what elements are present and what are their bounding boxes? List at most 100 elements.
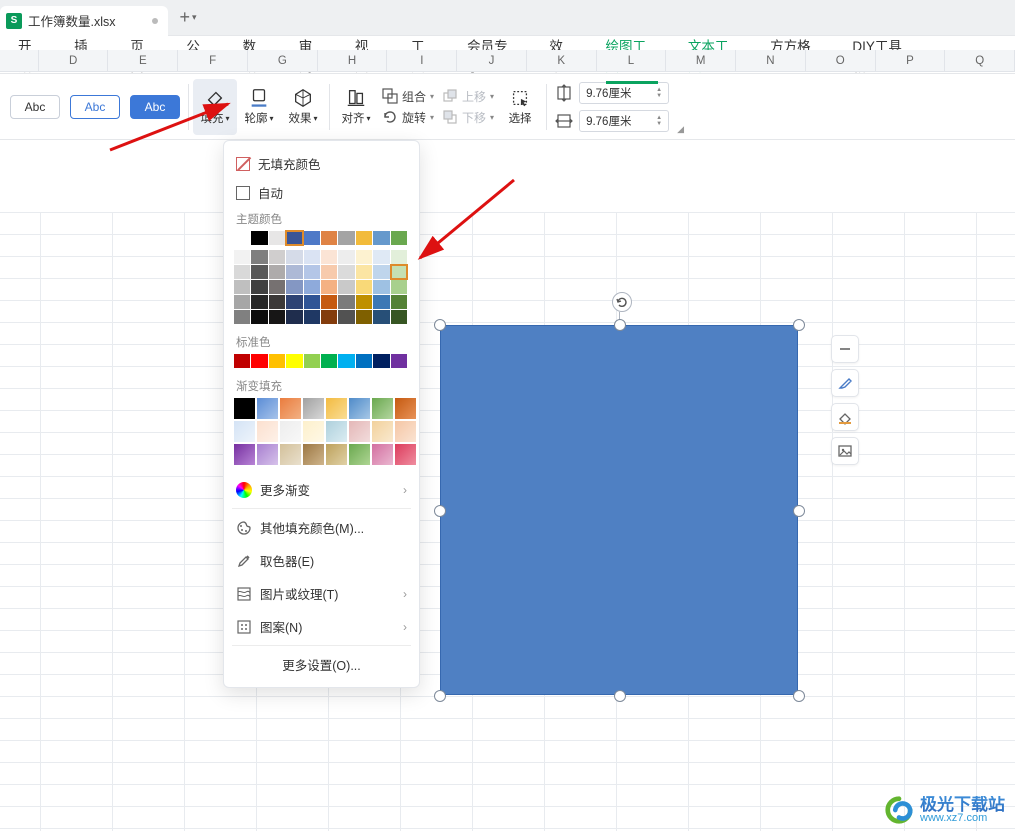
texture-option[interactable]: 图片或纹理(T)› xyxy=(234,577,409,610)
resize-handle-e[interactable] xyxy=(793,505,805,517)
column-header[interactable]: E xyxy=(108,50,178,72)
theme-shade-swatch[interactable] xyxy=(251,280,267,294)
gradient-swatch[interactable] xyxy=(349,421,370,442)
gradient-swatch[interactable] xyxy=(303,444,324,465)
spinner-icon[interactable]: ▲▼ xyxy=(656,115,662,127)
theme-shade-swatch[interactable] xyxy=(356,295,372,309)
standard-color-swatch[interactable] xyxy=(269,354,285,368)
column-header[interactable]: N xyxy=(736,50,806,72)
standard-color-swatch[interactable] xyxy=(356,354,372,368)
column-header[interactable]: D xyxy=(39,50,109,72)
theme-color-swatch[interactable] xyxy=(338,231,354,245)
theme-shade-swatch[interactable] xyxy=(373,265,389,279)
standard-color-swatch[interactable] xyxy=(304,354,320,368)
other-fill-color-option[interactable]: 其他填充颜色(M)... xyxy=(234,511,409,544)
theme-shade-swatch[interactable] xyxy=(234,310,250,324)
theme-shade-swatch[interactable] xyxy=(356,310,372,324)
align-button[interactable]: 对齐▾ xyxy=(334,79,378,135)
theme-color-swatch[interactable] xyxy=(373,231,389,245)
theme-shade-swatch[interactable] xyxy=(251,265,267,279)
effect-button[interactable]: 效果▾ xyxy=(281,79,325,135)
gradient-swatch[interactable] xyxy=(303,398,324,419)
gradient-swatch[interactable] xyxy=(257,444,278,465)
gradient-swatch[interactable] xyxy=(372,398,393,419)
gradient-swatch[interactable] xyxy=(326,421,347,442)
theme-color-swatch[interactable] xyxy=(286,231,302,245)
theme-shade-swatch[interactable] xyxy=(338,250,354,264)
rotate-button[interactable]: 旋转▾ xyxy=(382,109,434,126)
theme-shade-swatch[interactable] xyxy=(356,265,372,279)
side-collapse-button[interactable] xyxy=(831,335,859,363)
side-fill-button[interactable] xyxy=(831,403,859,431)
theme-shade-swatch[interactable] xyxy=(234,265,250,279)
theme-shade-swatch[interactable] xyxy=(234,250,250,264)
column-header[interactable]: G xyxy=(248,50,318,72)
gradient-swatch[interactable] xyxy=(349,398,370,419)
gradient-swatch[interactable] xyxy=(303,421,324,442)
resize-handle-ne[interactable] xyxy=(793,319,805,331)
select-all-cell[interactable] xyxy=(0,50,39,72)
standard-color-swatch[interactable] xyxy=(321,354,337,368)
theme-shade-swatch[interactable] xyxy=(304,295,320,309)
outline-button[interactable]: 轮廓▾ xyxy=(237,79,281,135)
column-header[interactable]: L xyxy=(597,50,667,72)
theme-shade-swatch[interactable] xyxy=(373,310,389,324)
theme-color-swatch[interactable] xyxy=(234,231,250,245)
theme-shade-swatch[interactable] xyxy=(251,250,267,264)
theme-shade-swatch[interactable] xyxy=(356,250,372,264)
gradient-swatch[interactable] xyxy=(234,398,255,419)
resize-handle-n[interactable] xyxy=(614,319,626,331)
theme-shade-swatch[interactable] xyxy=(304,265,320,279)
gradient-swatch[interactable] xyxy=(280,398,301,419)
column-header[interactable]: H xyxy=(318,50,388,72)
column-header[interactable]: F xyxy=(178,50,248,72)
theme-shade-swatch[interactable] xyxy=(304,280,320,294)
gradient-swatch[interactable] xyxy=(257,398,278,419)
side-brush-button[interactable] xyxy=(831,369,859,397)
combine-button[interactable]: 组合▾ xyxy=(382,88,434,105)
theme-color-swatch[interactable] xyxy=(321,231,337,245)
eyedropper-option[interactable]: 取色器(E) xyxy=(234,544,409,577)
standard-color-swatch[interactable] xyxy=(338,354,354,368)
rectangle-shape[interactable] xyxy=(440,325,798,695)
theme-shade-swatch[interactable] xyxy=(391,265,407,279)
theme-color-swatch[interactable] xyxy=(251,231,267,245)
standard-color-swatch[interactable] xyxy=(391,354,407,368)
column-header[interactable]: I xyxy=(387,50,457,72)
column-header[interactable]: M xyxy=(666,50,736,72)
more-gradient-option[interactable]: 更多渐变› xyxy=(234,473,409,506)
theme-color-swatch[interactable] xyxy=(304,231,320,245)
height-input[interactable]: 9.76厘米▲▼ xyxy=(579,82,669,104)
pattern-option[interactable]: 图案(N)› xyxy=(234,610,409,643)
theme-shade-swatch[interactable] xyxy=(251,310,267,324)
standard-color-swatch[interactable] xyxy=(251,354,267,368)
theme-shade-swatch[interactable] xyxy=(373,295,389,309)
theme-shade-swatch[interactable] xyxy=(338,280,354,294)
gradient-swatch[interactable] xyxy=(395,421,416,442)
theme-shade-swatch[interactable] xyxy=(373,250,389,264)
gradient-swatch[interactable] xyxy=(280,444,301,465)
rotation-handle[interactable] xyxy=(612,292,632,312)
no-fill-option[interactable]: 无填充颜色 xyxy=(234,149,409,178)
side-image-button[interactable] xyxy=(831,437,859,465)
more-settings-option[interactable]: 更多设置(O)... xyxy=(234,648,409,681)
theme-shade-swatch[interactable] xyxy=(304,250,320,264)
select-button[interactable]: 选择 xyxy=(498,79,542,135)
column-header[interactable]: P xyxy=(876,50,946,72)
theme-shade-swatch[interactable] xyxy=(269,295,285,309)
resize-handle-s[interactable] xyxy=(614,690,626,702)
add-tab-button[interactable]: + ▾ xyxy=(180,7,197,28)
gradient-swatch[interactable] xyxy=(280,421,301,442)
gradient-swatch[interactable] xyxy=(234,421,255,442)
gradient-swatch[interactable] xyxy=(372,444,393,465)
width-input[interactable]: 9.76厘米▲▼ xyxy=(579,110,669,132)
theme-shade-swatch[interactable] xyxy=(286,310,302,324)
theme-shade-swatch[interactable] xyxy=(391,310,407,324)
theme-shade-swatch[interactable] xyxy=(356,280,372,294)
standard-color-swatch[interactable] xyxy=(234,354,250,368)
resize-handle-se[interactable] xyxy=(793,690,805,702)
theme-shade-swatch[interactable] xyxy=(286,280,302,294)
standard-color-swatch[interactable] xyxy=(373,354,389,368)
theme-shade-swatch[interactable] xyxy=(391,250,407,264)
theme-shade-swatch[interactable] xyxy=(251,295,267,309)
